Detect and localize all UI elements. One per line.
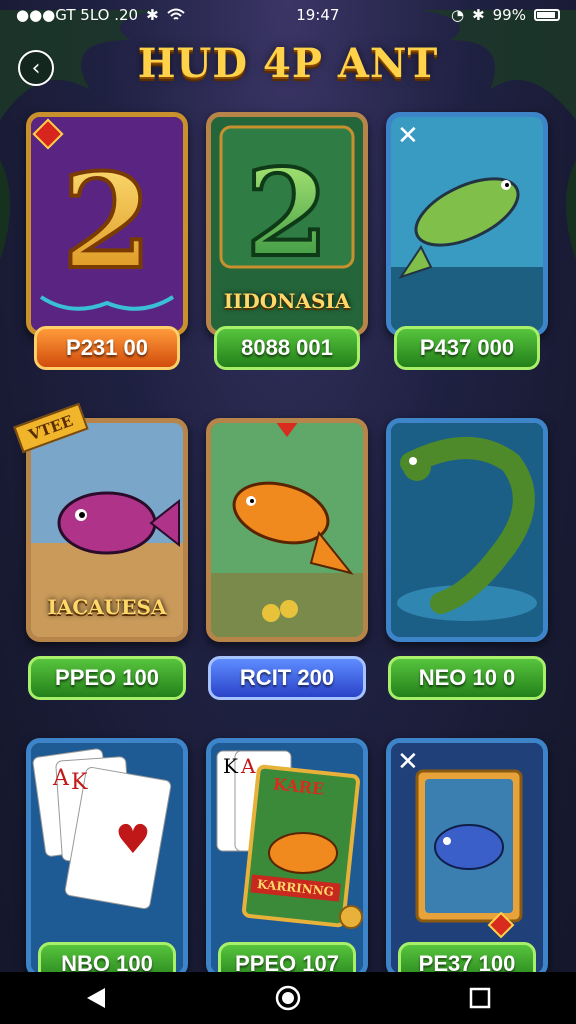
game-tile[interactable]: ✕ P437 000 bbox=[386, 112, 548, 386]
price-button[interactable]: 8088 001 bbox=[214, 326, 360, 370]
game-tile[interactable]: NEO 10 0 bbox=[386, 418, 548, 708]
price-button[interactable]: RCIT 200 bbox=[208, 656, 366, 700]
card-caption: IIDONASIA bbox=[223, 289, 351, 313]
game-card-art[interactable]: 2 IIDONASIA bbox=[206, 112, 368, 336]
price-button[interactable]: NEO 10 0 bbox=[388, 656, 546, 700]
card-caption: IACAUESA bbox=[47, 595, 167, 619]
game-tile[interactable]: K A KARE KARRINNG PPEO 107 bbox=[206, 738, 368, 986]
game-tile[interactable]: 2 P231 00 bbox=[26, 112, 188, 386]
price-button[interactable]: P231 00 bbox=[34, 326, 180, 370]
price-button[interactable]: P437 000 bbox=[394, 326, 540, 370]
svg-text:2: 2 bbox=[245, 143, 329, 284]
svg-text:♥: ♥ bbox=[115, 817, 151, 863]
system-nav-bar bbox=[0, 972, 576, 1024]
fish-card-art bbox=[391, 743, 543, 973]
svg-text:2: 2 bbox=[62, 145, 152, 298]
game-tile[interactable]: A K ♥ NBO 100 bbox=[26, 738, 188, 986]
svg-text:K: K bbox=[223, 754, 239, 778]
sea-serpent-art bbox=[391, 423, 543, 637]
game-card-art[interactable]: 2 bbox=[26, 112, 188, 336]
pin-marker-icon bbox=[275, 423, 299, 437]
game-card-art[interactable]: ✕ bbox=[386, 112, 548, 336]
game-card-art[interactable] bbox=[386, 418, 548, 642]
game-tile[interactable]: IACAUESA VTEE PPEO 100 bbox=[13, 402, 188, 708]
price-button[interactable]: PPEO 100 bbox=[28, 656, 186, 700]
game-tile[interactable]: ✕ PE37 100 bbox=[386, 738, 548, 986]
number-two-art: 2 bbox=[31, 117, 183, 331]
game-card-art[interactable]: IACAUESA bbox=[26, 418, 188, 642]
game-tile[interactable]: 2 IIDONASIA 8088 001 bbox=[206, 112, 368, 386]
nav-back-icon[interactable] bbox=[76, 978, 116, 1018]
game-grid: 2 P231 00 2 IIDONASIA 8088 001 ✕ P437 00… bbox=[0, 0, 576, 1024]
svg-text:K: K bbox=[71, 770, 88, 795]
coin-icon bbox=[339, 905, 363, 929]
close-icon[interactable]: ✕ bbox=[397, 747, 419, 777]
orange-fish-art bbox=[211, 423, 363, 637]
game-tile[interactable]: RCIT 200 bbox=[206, 418, 368, 708]
svg-text:A: A bbox=[52, 766, 70, 791]
nav-recents-icon[interactable] bbox=[460, 978, 500, 1018]
close-icon[interactable]: ✕ bbox=[397, 121, 419, 151]
playing-cards-art: A K ♥ bbox=[31, 743, 183, 973]
game-card-art[interactable] bbox=[206, 418, 368, 642]
svg-text:A: A bbox=[240, 754, 256, 778]
nav-home-icon[interactable] bbox=[268, 978, 308, 1018]
